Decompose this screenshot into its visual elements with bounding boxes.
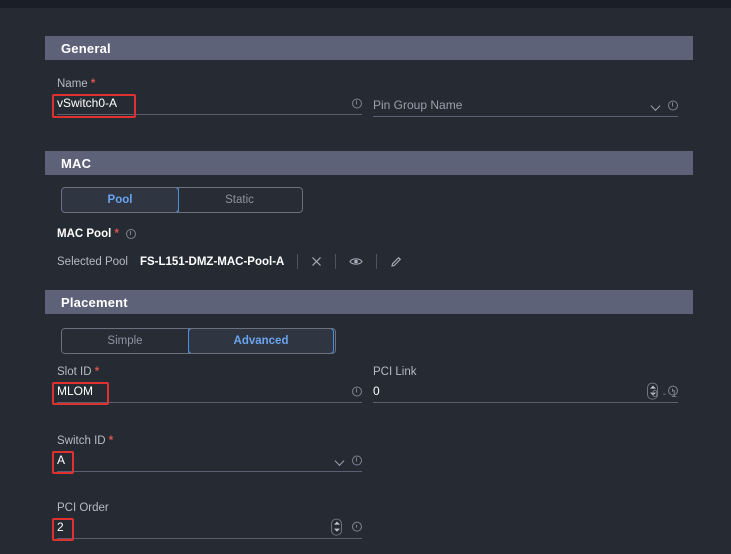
selected-pool-label: Selected Pool: [57, 256, 128, 268]
stepper-up-icon[interactable]: [334, 522, 340, 525]
configuration-form-page: General Name * vSwitch0-A Pin Group Name: [0, 0, 731, 554]
required-marker-switch-id: *: [109, 435, 113, 447]
label-text-name: Name: [57, 78, 88, 90]
field-label-name: Name *: [57, 78, 362, 90]
info-icon[interactable]: [352, 386, 362, 396]
section-header-mac: MAC: [45, 151, 693, 175]
selected-pool-value: FS-L151-DMZ-MAC-Pool-A: [140, 256, 284, 268]
eye-icon[interactable]: [349, 256, 363, 267]
slot-id-adornments: [352, 386, 362, 396]
stepper-down-icon[interactable]: [334, 529, 340, 532]
label-text-switch-id: Switch ID: [57, 435, 106, 447]
input-value-pci-link: 0: [373, 385, 380, 399]
field-label-pci-order: PCI Order: [57, 502, 362, 514]
toggle-option-static[interactable]: Static: [179, 188, 300, 212]
switch-id-adornments: [336, 455, 362, 465]
field-label-mac-pool: MAC Pool *: [57, 228, 136, 243]
required-marker-mac-pool: *: [115, 228, 119, 240]
pin-group-adornments: [652, 100, 678, 110]
section-header-general: General: [45, 36, 693, 60]
input-value-pci-order: 2: [57, 521, 64, 535]
select-value-pin-group-name: Pin Group Name: [373, 99, 462, 113]
label-text-pci-link: PCI Link: [373, 366, 416, 378]
toggle-mac-type: Pool Static: [61, 187, 303, 213]
window-top-strip: [0, 0, 731, 8]
section-title-mac: MAC: [45, 156, 91, 171]
row-divider: [376, 254, 377, 269]
field-label-pin-group: [373, 78, 678, 92]
input-pci-link[interactable]: 0: [373, 381, 678, 403]
input-value-name: vSwitch0-A: [57, 97, 117, 111]
input-value-slot-id: MLOM: [57, 385, 93, 399]
select-value-switch-id: A: [57, 454, 65, 468]
select-switch-id[interactable]: A: [57, 450, 362, 472]
field-hint-pci-link: 0 - 1: [652, 388, 678, 400]
required-marker-name: *: [91, 78, 95, 90]
toggle-placement-mode: Simple Advanced: [61, 328, 336, 354]
toggle-option-simple[interactable]: Simple: [62, 329, 188, 353]
selected-pool-row: Selected Pool FS-L151-DMZ-MAC-Pool-A: [57, 254, 402, 269]
chevron-down-icon[interactable]: [336, 456, 344, 464]
field-label-slot-id: Slot ID *: [57, 366, 362, 378]
info-icon[interactable]: [352, 522, 362, 532]
info-icon[interactable]: [352, 455, 362, 465]
input-name[interactable]: vSwitch0-A: [57, 93, 362, 115]
mac-pool-label-row: MAC Pool *: [57, 228, 136, 240]
label-text-slot-id: Slot ID: [57, 366, 92, 378]
row-divider: [335, 254, 336, 269]
section-title-general: General: [45, 41, 111, 56]
field-pin-group-name: Pin Group Name: [373, 78, 678, 117]
input-slot-id[interactable]: MLOM: [57, 381, 362, 403]
section-title-placement: Placement: [45, 295, 128, 310]
label-text-mac-pool: MAC Pool: [57, 228, 111, 240]
close-icon[interactable]: [311, 256, 322, 267]
pci-order-adornments: [331, 518, 362, 535]
field-pci-order: PCI Order 2: [57, 502, 362, 539]
label-text-pci-order: PCI Order: [57, 502, 109, 514]
pencil-icon[interactable]: [390, 256, 402, 268]
row-divider: [297, 254, 298, 269]
toggle-option-pool[interactable]: Pool: [61, 187, 179, 213]
info-icon[interactable]: [352, 98, 362, 108]
name-adornments: [352, 98, 362, 108]
field-name: Name * vSwitch0-A: [57, 78, 362, 115]
field-label-pci-link: PCI Link: [373, 366, 678, 378]
select-pin-group-name[interactable]: Pin Group Name: [373, 95, 678, 117]
section-header-placement: Placement: [45, 290, 693, 314]
field-pci-link: PCI Link 0 0 - 1: [373, 366, 678, 403]
field-label-switch-id: Switch ID *: [57, 435, 362, 447]
field-switch-id: Switch ID * A: [57, 435, 362, 472]
chevron-down-icon[interactable]: [652, 101, 660, 109]
input-pci-order[interactable]: 2: [57, 517, 362, 539]
field-slot-id: Slot ID * MLOM: [57, 366, 362, 403]
form-content: General Name * vSwitch0-A Pin Group Name: [0, 8, 731, 554]
quantity-stepper[interactable]: [331, 518, 342, 535]
info-icon[interactable]: [126, 229, 136, 239]
info-icon[interactable]: [668, 100, 678, 110]
required-marker-slot-id: *: [95, 366, 99, 378]
toggle-option-advanced[interactable]: Advanced: [188, 328, 334, 354]
